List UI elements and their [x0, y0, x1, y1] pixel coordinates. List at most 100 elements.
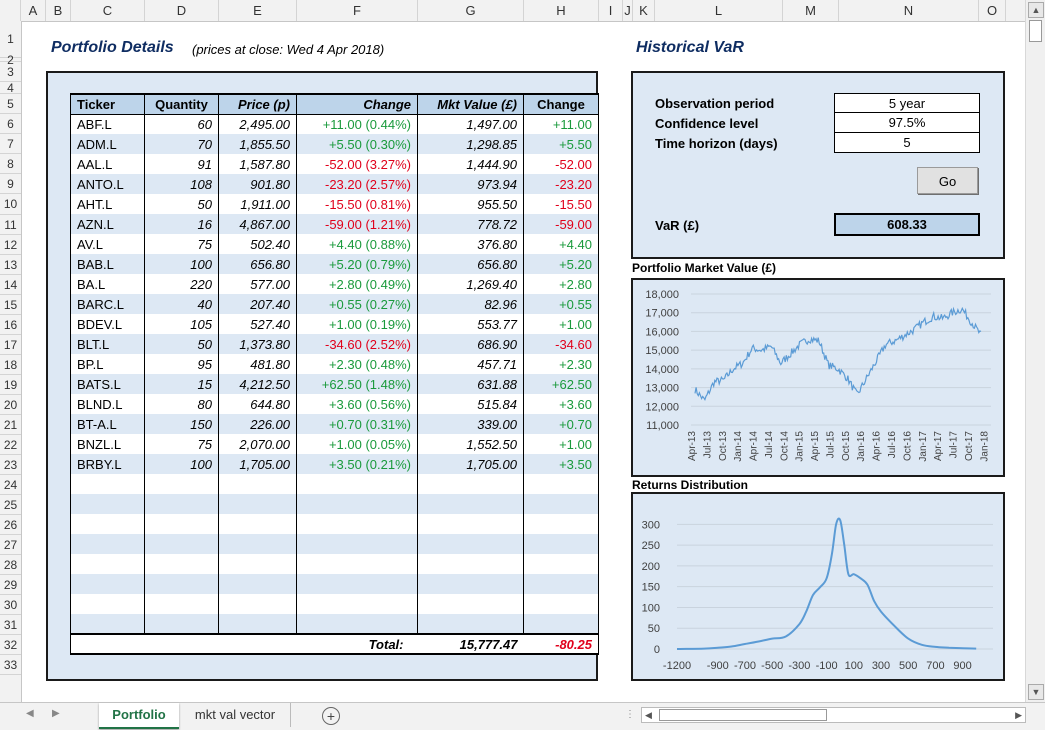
cell-change[interactable]: +3.50 (0.21%) [296, 454, 418, 474]
cell-ticker[interactable]: ADM.L [70, 134, 145, 154]
cell-price[interactable]: 901.80 [218, 174, 297, 194]
cell-value-change[interactable] [523, 614, 599, 634]
cell-change[interactable]: +4.40 (0.88%) [296, 234, 418, 254]
cell-ticker[interactable]: BDEV.L [70, 314, 145, 334]
cell-quantity[interactable]: 50 [144, 194, 219, 214]
cell-mkt-value[interactable] [417, 594, 524, 614]
row-header[interactable]: 33 [0, 655, 21, 675]
header-ticker[interactable]: Ticker [70, 93, 145, 115]
cell-ticker[interactable]: BNZL.L [70, 434, 145, 454]
cell-mkt-value[interactable]: 631.88 [417, 374, 524, 394]
cell-quantity[interactable] [144, 554, 219, 574]
cell-price[interactable] [218, 474, 297, 494]
cell-mkt-value[interactable]: 778.72 [417, 214, 524, 234]
column-header[interactable]: L [655, 0, 783, 21]
cell-change[interactable] [296, 554, 418, 574]
cell-mkt-value[interactable]: 339.00 [417, 414, 524, 434]
cell-quantity[interactable]: 105 [144, 314, 219, 334]
cell-mkt-value[interactable] [417, 474, 524, 494]
cell-price[interactable]: 207.40 [218, 294, 297, 314]
cell-price[interactable] [218, 594, 297, 614]
row-header[interactable]: 31 [0, 615, 21, 635]
cell-change[interactable]: -52.00 (3.27%) [296, 154, 418, 174]
cell-value-change[interactable]: -34.60 [523, 334, 599, 354]
cell-value-change[interactable]: +0.55 [523, 294, 599, 314]
cell-mkt-value[interactable]: 973.94 [417, 174, 524, 194]
cell-change[interactable]: +0.55 (0.27%) [296, 294, 418, 314]
cell-change[interactable]: +2.80 (0.49%) [296, 274, 418, 294]
column-header[interactable]: C [71, 0, 145, 21]
cell-ticker[interactable] [70, 614, 145, 634]
column-header[interactable]: F [297, 0, 418, 21]
cell-ticker[interactable]: BATS.L [70, 374, 145, 394]
cell-quantity[interactable] [144, 614, 219, 634]
cell-price[interactable]: 502.40 [218, 234, 297, 254]
hscroll-left-icon[interactable]: ◀ [645, 708, 652, 722]
row-header[interactable]: 7 [0, 134, 21, 154]
column-header[interactable]: G [418, 0, 524, 21]
cell-price[interactable]: 1,855.50 [218, 134, 297, 154]
cell-change[interactable]: +5.20 (0.79%) [296, 254, 418, 274]
cell-quantity[interactable]: 108 [144, 174, 219, 194]
cell-value-change[interactable] [523, 534, 599, 554]
cell-ticker[interactable] [70, 554, 145, 574]
cell-value-change[interactable]: -59.00 [523, 214, 599, 234]
cell-change[interactable]: +1.00 (0.19%) [296, 314, 418, 334]
row-header[interactable]: 5 [0, 94, 21, 114]
row-header[interactable]: 14 [0, 275, 21, 295]
cell-price[interactable]: 1,587.80 [218, 154, 297, 174]
row-header[interactable]: 16 [0, 315, 21, 335]
row-header[interactable]: 8 [0, 154, 21, 174]
cell-value-change[interactable]: +4.40 [523, 234, 599, 254]
cell-change[interactable]: +5.50 (0.30%) [296, 134, 418, 154]
cell-value-change[interactable]: +0.70 [523, 414, 599, 434]
row-header[interactable]: 10 [0, 194, 21, 215]
cell-value-change[interactable]: +5.20 [523, 254, 599, 274]
cell-change[interactable]: -23.20 (2.57%) [296, 174, 418, 194]
cell-mkt-value[interactable]: 82.96 [417, 294, 524, 314]
header-value-change[interactable]: Change [523, 93, 599, 115]
cell-mkt-value[interactable]: 686.90 [417, 334, 524, 354]
cell-change[interactable] [296, 534, 418, 554]
go-button[interactable]: Go [917, 167, 978, 194]
cell-change[interactable]: +11.00 (0.44%) [296, 114, 418, 134]
cell-value-change[interactable]: +62.50 [523, 374, 599, 394]
cell-value-change[interactable] [523, 474, 599, 494]
cell-quantity[interactable]: 16 [144, 214, 219, 234]
cell-ticker[interactable]: AAL.L [70, 154, 145, 174]
row-header[interactable]: 12 [0, 235, 21, 255]
scroll-up-icon[interactable]: ▲ [1028, 2, 1044, 18]
row-header[interactable]: 18 [0, 355, 21, 375]
cell-ticker[interactable] [70, 594, 145, 614]
cell-price[interactable] [218, 554, 297, 574]
cell-quantity[interactable]: 91 [144, 154, 219, 174]
time-horizon-input[interactable]: 5 [834, 133, 980, 153]
cell-price[interactable]: 4,867.00 [218, 214, 297, 234]
row-header[interactable]: 20 [0, 395, 21, 415]
cell-ticker[interactable]: AHT.L [70, 194, 145, 214]
cell-price[interactable] [218, 494, 297, 514]
cell-price[interactable]: 481.80 [218, 354, 297, 374]
cell-change[interactable] [296, 594, 418, 614]
cell-ticker[interactable] [70, 574, 145, 594]
hscroll-right-icon[interactable]: ▶ [1015, 708, 1022, 722]
vertical-scrollbar[interactable]: ▲ ▼ [1025, 0, 1045, 702]
row-header[interactable]: 23 [0, 455, 21, 475]
cell-mkt-value[interactable] [417, 514, 524, 534]
column-header[interactable]: N [839, 0, 979, 21]
cell-ticker[interactable] [70, 474, 145, 494]
column-header[interactable]: O [979, 0, 1006, 21]
cell-change[interactable]: +62.50 (1.48%) [296, 374, 418, 394]
total-change[interactable]: -80.25 [523, 633, 599, 655]
row-header[interactable]: 24 [0, 475, 21, 495]
cell-ticker[interactable]: AZN.L [70, 214, 145, 234]
cell-mkt-value[interactable]: 457.71 [417, 354, 524, 374]
cell-change[interactable] [296, 574, 418, 594]
cell-change[interactable]: +0.70 (0.31%) [296, 414, 418, 434]
cell-quantity[interactable] [144, 474, 219, 494]
row-header[interactable]: 26 [0, 515, 21, 535]
total-blank[interactable] [218, 633, 297, 655]
cell-mkt-value[interactable]: 1,705.00 [417, 454, 524, 474]
cell-mkt-value[interactable]: 376.80 [417, 234, 524, 254]
tab-splitter-icon[interactable]: ⋮ [625, 709, 635, 720]
